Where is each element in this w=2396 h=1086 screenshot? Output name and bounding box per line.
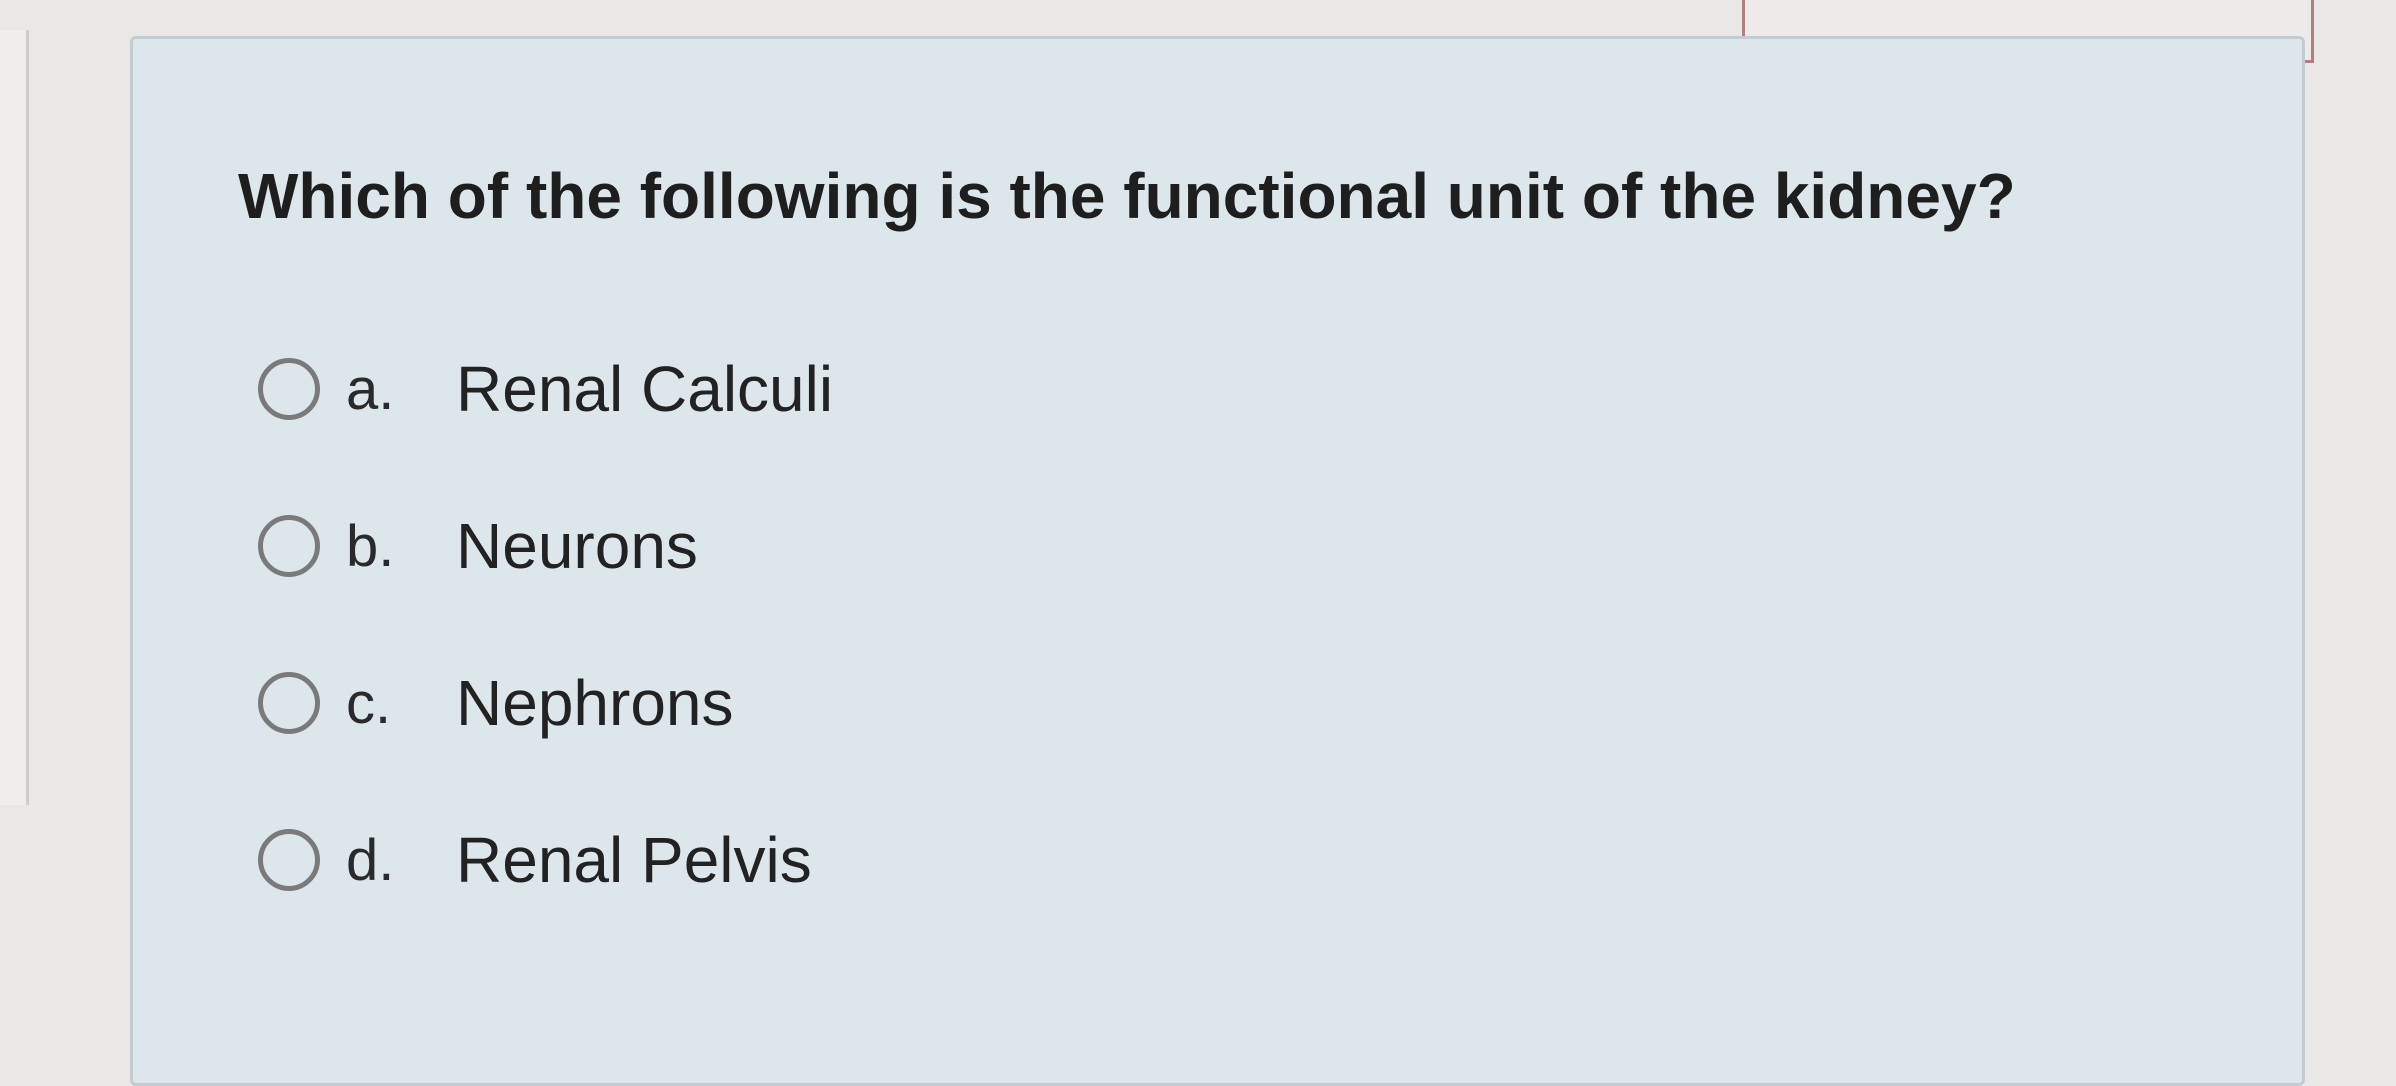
option-label[interactable]: Neurons	[456, 509, 698, 583]
radio-button-icon[interactable]	[258, 829, 320, 891]
option-c[interactable]: c. Nephrons	[258, 663, 833, 743]
radio-button-icon[interactable]	[258, 672, 320, 734]
radio-button-icon[interactable]	[258, 515, 320, 577]
answer-options: a. Renal Calculi b. Neurons c. Nephrons …	[258, 349, 833, 977]
question-card: Which of the following is the functional…	[130, 36, 2305, 1086]
option-label[interactable]: Renal Pelvis	[456, 823, 812, 897]
option-label[interactable]: Renal Calculi	[456, 352, 833, 426]
option-a[interactable]: a. Renal Calculi	[258, 349, 833, 429]
question-text: Which of the following is the functional…	[238, 160, 2016, 232]
radio-button-icon[interactable]	[258, 358, 320, 420]
option-letter: d.	[346, 827, 395, 893]
option-letter: c.	[346, 670, 392, 736]
option-letter: a.	[346, 356, 395, 422]
option-b[interactable]: b. Neurons	[258, 506, 833, 586]
option-label[interactable]: Nephrons	[456, 666, 734, 740]
option-letter: b.	[346, 513, 395, 579]
left-panel-edge	[0, 30, 29, 805]
option-d[interactable]: d. Renal Pelvis	[258, 820, 833, 900]
